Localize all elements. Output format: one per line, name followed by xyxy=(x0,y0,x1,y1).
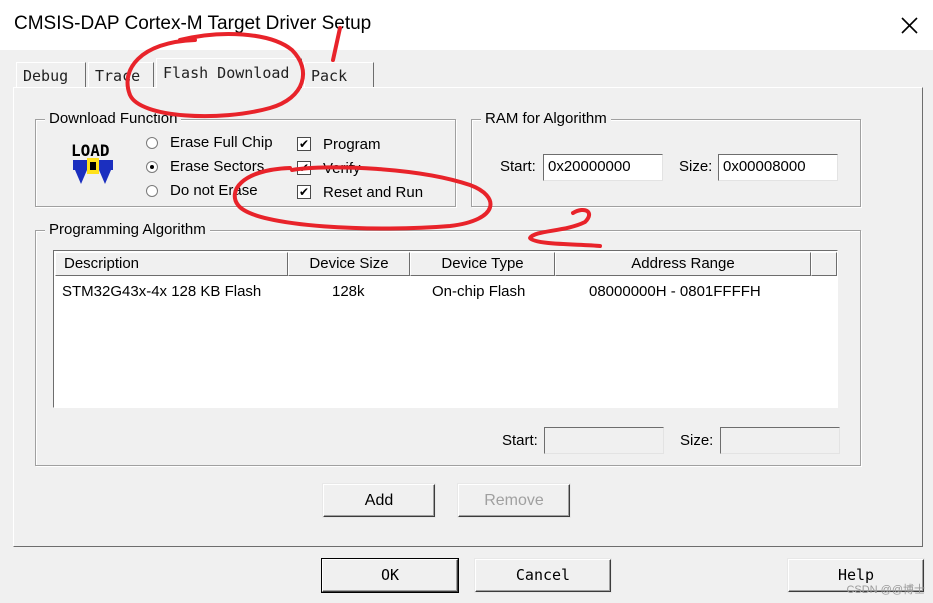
checkbox-reset-and-run-label: Reset and Run xyxy=(323,184,424,201)
algorithm-size-label: Size: xyxy=(680,432,714,449)
algorithm-start-field[interactable] xyxy=(544,427,664,454)
checkbox-verify-check: ✔ xyxy=(298,161,310,175)
close-icon[interactable] xyxy=(897,9,923,39)
radio-erase-full-chip[interactable] xyxy=(146,137,158,149)
checkbox-verify[interactable]: ✔ xyxy=(297,161,311,175)
row-device-type: On-chip Flash xyxy=(432,283,526,300)
checkbox-program-label: Program xyxy=(323,136,381,153)
row-device-size: 128k xyxy=(332,283,365,300)
ram-start-label: Start: xyxy=(500,158,536,175)
tab-pack-label: Pack xyxy=(311,67,348,85)
tab-flash-download[interactable]: Flash Download xyxy=(156,58,302,88)
checkbox-reset-and-run[interactable]: ✔ xyxy=(297,185,311,199)
ok-button[interactable]: OK xyxy=(321,558,459,593)
load-icon-text: LOAD xyxy=(71,141,110,160)
row-address-range: 08000000H - 0801FFFFH xyxy=(589,283,761,300)
tab-trace-label: Trace xyxy=(95,67,141,85)
tab-flash-download-label: Flash Download xyxy=(163,64,290,82)
radio-do-not-erase-label: Do not Erase xyxy=(170,182,258,199)
download-function-label: Download Function xyxy=(45,110,182,127)
tab-trace[interactable]: Trace xyxy=(88,62,154,88)
load-icon: LOAD xyxy=(71,141,113,184)
ram-start-field[interactable]: 0x20000000 xyxy=(543,154,663,181)
algorithm-size-field[interactable] xyxy=(720,427,840,454)
radio-do-not-erase[interactable] xyxy=(146,185,158,197)
checkbox-verify-label: Verify xyxy=(323,160,361,177)
checkbox-reset-and-run-check: ✔ xyxy=(298,185,310,199)
ram-size-field[interactable]: 0x00008000 xyxy=(718,154,838,181)
programming-algorithm-label: Programming Algorithm xyxy=(45,221,210,238)
tab-debug[interactable]: Debug xyxy=(16,62,86,88)
title-bar: CMSIS-DAP Cortex-M Target Driver Setup xyxy=(0,0,933,50)
remove-button[interactable]: Remove xyxy=(458,484,570,517)
table-row[interactable]: STM32G43x-4x 128 KB Flash 128k On-chip F… xyxy=(54,251,837,311)
cancel-button[interactable]: Cancel xyxy=(475,559,611,592)
window-title: CMSIS-DAP Cortex-M Target Driver Setup xyxy=(14,13,372,34)
ram-for-algorithm-label: RAM for Algorithm xyxy=(481,110,611,127)
radio-erase-sectors-label: Erase Sectors xyxy=(170,158,265,175)
tab-debug-label: Debug xyxy=(23,67,69,85)
radio-erase-full-chip-label: Erase Full Chip xyxy=(170,134,273,151)
ram-for-algorithm-group: RAM for Algorithm Start: 0x20000000 Size… xyxy=(471,110,861,207)
download-function-group: Download Function LOAD Erase Full Chip E… xyxy=(35,110,456,207)
ram-size-label: Size: xyxy=(679,158,713,175)
row-description: STM32G43x-4x 128 KB Flash xyxy=(62,283,262,300)
checkbox-program[interactable]: ✔ xyxy=(297,137,311,151)
checkbox-program-check: ✔ xyxy=(298,137,310,151)
radio-erase-sectors[interactable] xyxy=(146,161,158,173)
algorithm-start-label: Start: xyxy=(502,432,538,449)
add-button[interactable]: Add xyxy=(323,484,435,517)
algorithm-list[interactable]: Description Device Size Device Type Addr… xyxy=(53,250,838,408)
watermark: CSDN @@博士 xyxy=(846,584,925,596)
tab-pack[interactable]: Pack xyxy=(304,62,374,88)
